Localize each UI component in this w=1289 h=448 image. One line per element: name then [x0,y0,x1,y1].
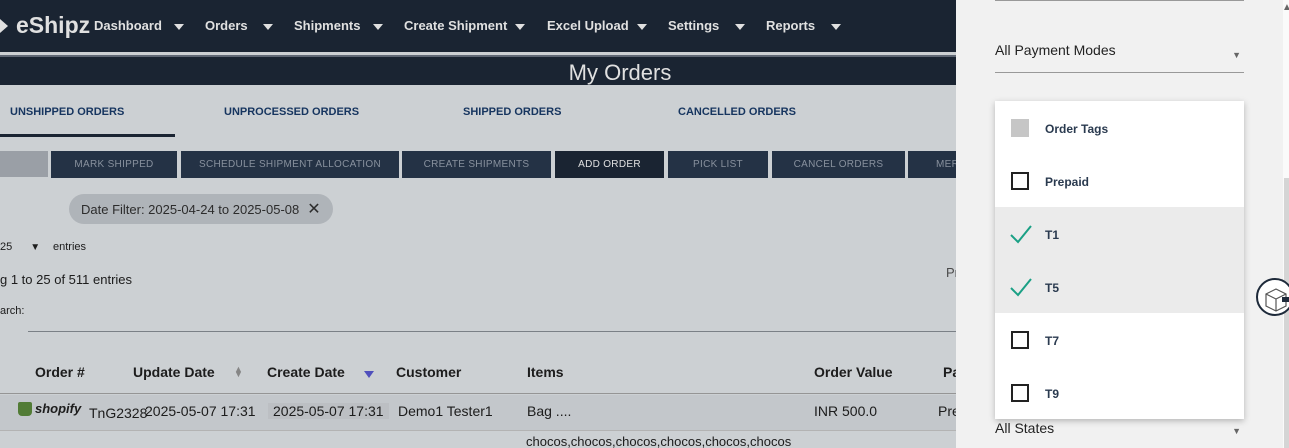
checkbox-unchecked[interactable] [1011,172,1029,190]
tag-option-label: Prepaid [1045,175,1090,189]
tag-option-t1[interactable]: T1 [995,207,1244,260]
payment-mode-select[interactable]: All Payment Modes ▼ [995,30,1244,73]
state-select-value: All States [995,420,1055,436]
chevron-down-icon: ▼ [1232,426,1241,436]
tag-option-prepaid[interactable]: Prepaid [995,154,1244,207]
checkbox-unchecked[interactable] [1011,331,1029,349]
tag-option-label: T1 [1045,228,1060,242]
package-helper-button[interactable] [1256,278,1289,316]
tag-option-t5[interactable]: T5 [995,260,1244,313]
chevron-down-icon: ▼ [1232,50,1241,60]
payment-mode-value: All Payment Modes [995,42,1116,58]
checkbox-unchecked[interactable] [1011,384,1029,402]
tag-option-t7[interactable]: T7 [995,313,1244,366]
checkmark-icon[interactable] [1009,222,1033,246]
tag-option-t9[interactable]: T9 [995,366,1244,419]
checkmark-icon[interactable] [1009,275,1033,299]
tag-option-label: T7 [1045,334,1060,348]
tag-option-order-tags: Order Tags [995,101,1244,154]
state-select[interactable]: All States ▼ [995,418,1244,448]
tag-option-label: T5 [1045,281,1060,295]
checkbox-disabled [1011,119,1029,137]
order-tags-dropdown: Order Tags Prepaid T1 T5 T7 T9 [995,101,1244,419]
previous-select-underline [995,0,1244,1]
tag-option-label: T9 [1045,387,1060,401]
tag-option-label: Order Tags [1045,122,1109,136]
package-box-icon [1265,288,1289,312]
scroll-up-icon[interactable]: ▲ [1282,2,1289,13]
